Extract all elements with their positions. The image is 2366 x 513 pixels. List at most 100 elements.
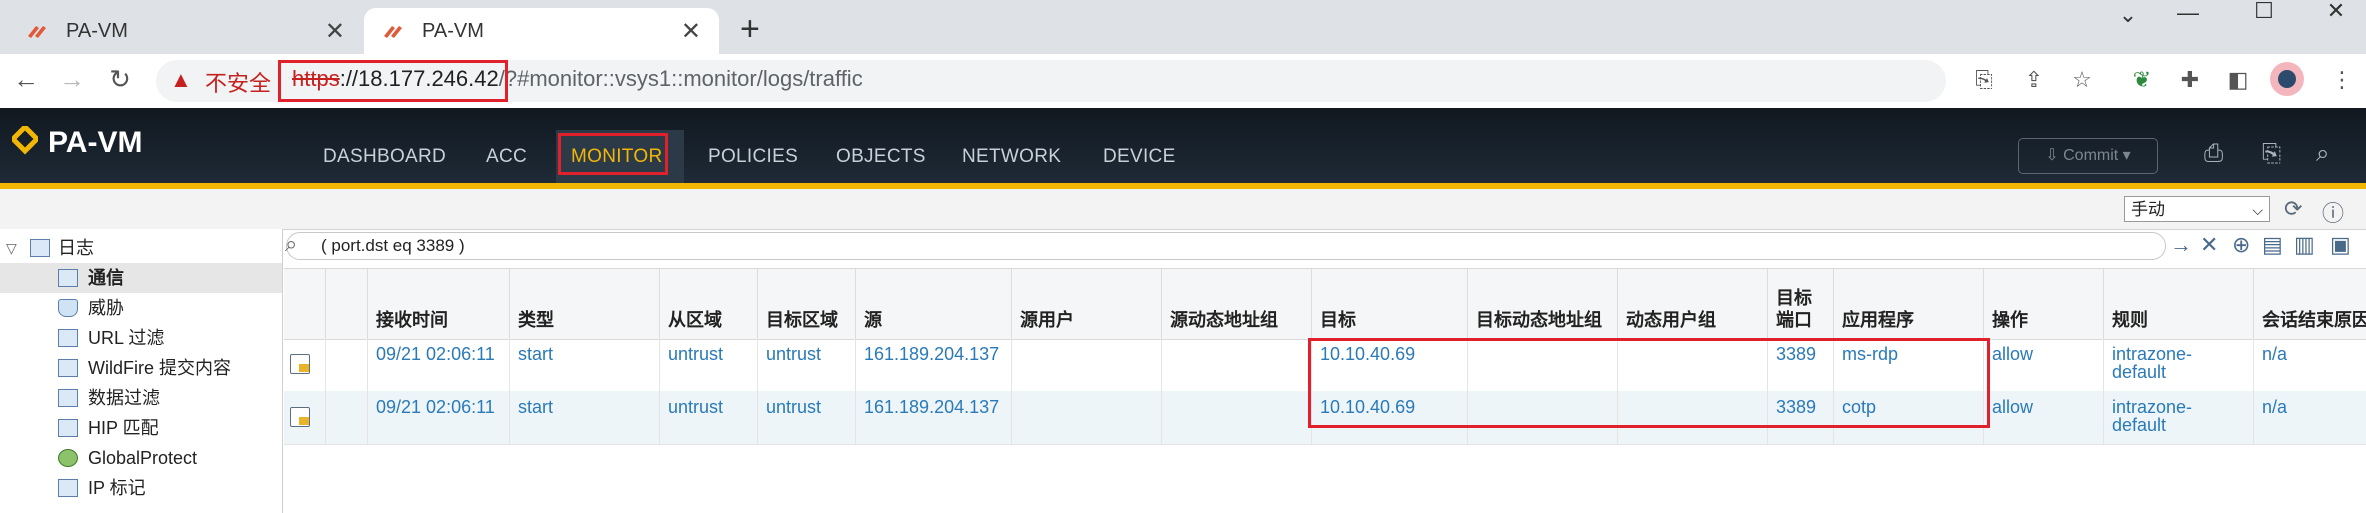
browser-tab-2[interactable]: PA-VM ✕ bbox=[364, 8, 719, 54]
col-from-zone[interactable]: 从区域 bbox=[660, 269, 758, 339]
minimize-button[interactable]: — bbox=[2158, 2, 2218, 24]
cell-to-zone[interactable]: untrust bbox=[758, 338, 856, 391]
cell-from-zone[interactable]: untrust bbox=[660, 391, 758, 444]
nav-network[interactable]: NETWORK bbox=[962, 146, 1061, 168]
bookmark-star-icon[interactable]: ☆ bbox=[2066, 64, 2098, 96]
sidebar-item-globalprotect[interactable]: GlobalProtect bbox=[0, 443, 282, 473]
close-window-button[interactable]: ✕ bbox=[2306, 0, 2366, 22]
sidebar-item-label: HIP 匹配 bbox=[88, 418, 159, 438]
refresh-icon[interactable]: ⟳ bbox=[2284, 196, 2302, 222]
log-detail-icon[interactable] bbox=[290, 407, 310, 427]
log-filter-input[interactable]: ⌕ ( port.dst eq 3389 ) bbox=[285, 231, 2166, 260]
col-application[interactable]: 应用程序 bbox=[1834, 269, 1984, 339]
col-label: 目标动态地址组 bbox=[1476, 310, 1602, 330]
sidebar-item-data-filtering[interactable]: 数据过滤 bbox=[0, 383, 282, 413]
nav-acc[interactable]: ACC bbox=[486, 146, 527, 168]
threat-shield-icon bbox=[58, 299, 78, 317]
col-dynamic-user-group[interactable]: 动态用户组 bbox=[1618, 269, 1768, 339]
blank-cell bbox=[326, 391, 368, 444]
cell-source[interactable]: 161.189.204.137 bbox=[856, 338, 1012, 391]
col-destination[interactable]: 目标 bbox=[1312, 269, 1468, 339]
sidebar-item-label: 数据过滤 bbox=[88, 388, 160, 408]
menu-icon[interactable]: ⋮ bbox=[2326, 64, 2358, 96]
sidebar-item-url-filtering[interactable]: URL 过滤 bbox=[0, 323, 282, 353]
cell-time[interactable]: 09/21 02:06:11 bbox=[368, 391, 510, 444]
translate-icon[interactable]: ⎘ bbox=[1968, 64, 2000, 96]
globe-icon bbox=[58, 449, 78, 467]
sidebar-item-wildfire[interactable]: WildFire 提交内容 bbox=[0, 353, 282, 383]
nav-objects[interactable]: OBJECTS bbox=[836, 146, 926, 168]
warning-icon[interactable]: ▲ bbox=[170, 67, 192, 93]
cell-source[interactable]: 161.189.204.137 bbox=[856, 391, 1012, 444]
load-filter-icon[interactable]: ▥ bbox=[2294, 232, 2315, 258]
save-filter-icon[interactable]: ▤ bbox=[2262, 232, 2283, 258]
nav-policies[interactable]: POLICIES bbox=[708, 146, 798, 168]
extensions-puzzle-icon[interactable]: ✚ bbox=[2174, 64, 2206, 96]
cell-end-reason[interactable]: n/a bbox=[2254, 338, 2366, 391]
tree-root-logs[interactable]: ▽ 日志 bbox=[0, 233, 282, 263]
search-icon[interactable]: ⌕ bbox=[2316, 140, 2329, 168]
tab-search-icon[interactable]: ⌄ bbox=[2098, 4, 2158, 26]
help-icon[interactable]: ⓘ bbox=[2322, 196, 2344, 228]
col-source-dag[interactable]: 源动态地址组 bbox=[1162, 269, 1312, 339]
nav-dashboard[interactable]: DASHBOARD bbox=[323, 146, 446, 168]
col-detail bbox=[284, 269, 326, 339]
apply-filter-arrow-icon[interactable]: → bbox=[2170, 232, 2192, 258]
cell-rule[interactable]: intrazone- default bbox=[2104, 338, 2254, 391]
forward-icon[interactable]: → bbox=[54, 64, 90, 95]
cell-to-zone[interactable]: untrust bbox=[758, 391, 856, 444]
logo-text: PA-VM bbox=[48, 126, 143, 159]
cell-from-zone[interactable]: untrust bbox=[660, 338, 758, 391]
refresh-mode-select[interactable]: 手动 ⌵ bbox=[2124, 196, 2270, 222]
tree-root-label: 日志 bbox=[58, 238, 94, 258]
cell-rule[interactable]: intrazone- default bbox=[2104, 391, 2254, 444]
col-dest-port[interactable]: 目标 端口 bbox=[1768, 269, 1834, 339]
side-panel-icon[interactable]: ◧ bbox=[2222, 64, 2254, 96]
cell-end-reason[interactable]: n/a bbox=[2254, 391, 2366, 444]
cell-action[interactable]: allow bbox=[1984, 391, 2104, 444]
profile-avatar[interactable] bbox=[2270, 62, 2304, 96]
reload-icon[interactable]: ↻ bbox=[102, 64, 138, 95]
back-icon[interactable]: ← bbox=[8, 64, 44, 95]
chevron-down-icon[interactable]: ▽ bbox=[6, 233, 17, 263]
nav-device[interactable]: DEVICE bbox=[1103, 146, 1176, 168]
sidebar-item-ip-tag[interactable]: IP 标记 bbox=[0, 473, 282, 503]
log-tree: ▽ 日志 通信 威胁 URL 过滤 WildFire 提交内容 数据过滤 HIP… bbox=[0, 229, 283, 513]
col-destination-dag[interactable]: 目标动态地址组 bbox=[1468, 269, 1618, 339]
col-label: 目标区域 bbox=[766, 310, 838, 330]
commit-button[interactable]: ⇩ Commit ▾ bbox=[2018, 138, 2158, 174]
clear-filter-icon[interactable]: ✕ bbox=[2200, 232, 2218, 258]
cell-type[interactable]: start bbox=[510, 391, 660, 444]
cell-time[interactable]: 09/21 02:06:11 bbox=[368, 338, 510, 391]
sidebar-item-hip-match[interactable]: HIP 匹配 bbox=[0, 413, 282, 443]
log-detail-icon[interactable] bbox=[290, 354, 310, 374]
not-secure-label[interactable]: 不安全 bbox=[205, 66, 271, 98]
maximize-button[interactable]: ☐ bbox=[2234, 0, 2294, 22]
url-filter-icon bbox=[58, 329, 78, 347]
tab-close-icon[interactable]: ✕ bbox=[325, 17, 345, 46]
add-filter-icon[interactable]: ⊕ bbox=[2232, 232, 2250, 258]
col-type[interactable]: 类型 bbox=[510, 269, 660, 339]
save-config-icon[interactable]: ⎘ bbox=[2262, 140, 2281, 168]
col-rule[interactable]: 规则 bbox=[2104, 269, 2254, 339]
extension-leaf-icon[interactable]: ❦ bbox=[2126, 64, 2158, 96]
new-tab-button[interactable]: + bbox=[740, 10, 760, 49]
sidebar-item-traffic[interactable]: 通信 bbox=[0, 263, 282, 293]
col-source[interactable]: 源 bbox=[856, 269, 1012, 339]
export-icon[interactable]: ▣ bbox=[2330, 232, 2351, 258]
col-receive-time[interactable]: 接收时间 bbox=[368, 269, 510, 339]
browser-tab-1[interactable]: PA-VM ✕ bbox=[8, 8, 363, 54]
tab-close-icon[interactable]: ✕ bbox=[681, 17, 701, 46]
cell-type[interactable]: start bbox=[510, 338, 660, 391]
col-end-reason[interactable]: 会话结束原因 bbox=[2254, 269, 2366, 339]
col-source-user[interactable]: 源用户 bbox=[1012, 269, 1162, 339]
col-action[interactable]: 操作 bbox=[1984, 269, 2104, 339]
cell-action[interactable]: allow bbox=[1984, 338, 2104, 391]
col-to-zone[interactable]: 目标区域 bbox=[758, 269, 856, 339]
lock-config-icon[interactable]: ⎙ bbox=[2204, 140, 2223, 168]
sidebar-item-threat[interactable]: 威胁 bbox=[0, 293, 282, 323]
share-icon[interactable]: ⇪ bbox=[2018, 64, 2050, 96]
commit-label: Commit bbox=[2063, 147, 2119, 164]
cell-source-dag bbox=[1162, 391, 1312, 444]
log-detail-cell bbox=[284, 338, 326, 391]
